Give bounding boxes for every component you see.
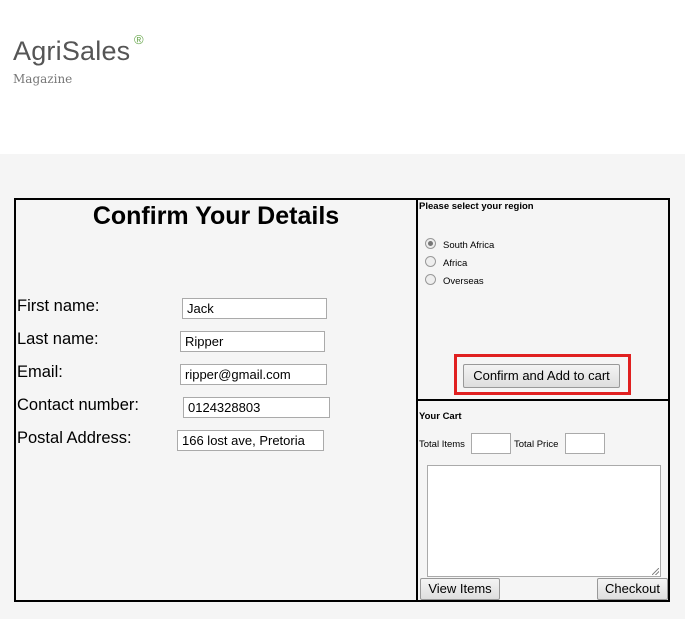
registered-mark: ® <box>134 32 144 47</box>
cart-title: Your Cart <box>419 411 462 422</box>
view-items-button[interactable]: View Items <box>420 578 500 600</box>
radio-label-africa: Africa <box>443 258 468 269</box>
total-items-field[interactable] <box>471 433 511 454</box>
radio-overseas[interactable] <box>425 274 436 285</box>
contact-number-label: Contact number: <box>17 396 139 414</box>
radio-south-africa[interactable] <box>425 238 436 249</box>
details-panel: Confirm Your Details First name: Last na… <box>14 198 418 602</box>
first-name-field[interactable] <box>182 298 327 319</box>
total-items-label: Total Items <box>419 439 465 450</box>
region-panel: Please select your region South Africa A… <box>416 198 670 401</box>
postal-address-field[interactable] <box>177 430 324 451</box>
cart-items-textarea[interactable] <box>427 465 661 577</box>
radio-label-south-africa: South Africa <box>443 240 495 251</box>
email-label: Email: <box>17 363 63 381</box>
cart-panel: Your Cart Total Items Total Price View I… <box>416 399 670 602</box>
header: AgriSales ® Magazine <box>0 0 685 154</box>
radio-africa[interactable] <box>425 256 436 267</box>
confirm-add-to-cart-button[interactable]: Confirm and Add to cart <box>463 364 620 388</box>
resize-grip-icon[interactable] <box>652 568 659 575</box>
contact-number-field[interactable] <box>183 397 330 418</box>
first-name-label: First name: <box>17 297 100 315</box>
postal-address-label: Postal Address: <box>17 429 132 447</box>
brand-tagline: Magazine <box>13 72 73 86</box>
brand-name: AgriSales <box>13 36 131 66</box>
total-price-label: Total Price <box>514 439 559 450</box>
email-field[interactable] <box>180 364 327 385</box>
checkout-button[interactable]: Checkout <box>597 578 668 600</box>
last-name-label: Last name: <box>17 330 99 348</box>
region-title: Please select your region <box>419 201 534 212</box>
last-name-field[interactable] <box>180 331 325 352</box>
radio-label-overseas: Overseas <box>443 276 484 287</box>
total-price-field[interactable] <box>565 433 605 454</box>
page-title: Confirm Your Details <box>92 202 340 230</box>
